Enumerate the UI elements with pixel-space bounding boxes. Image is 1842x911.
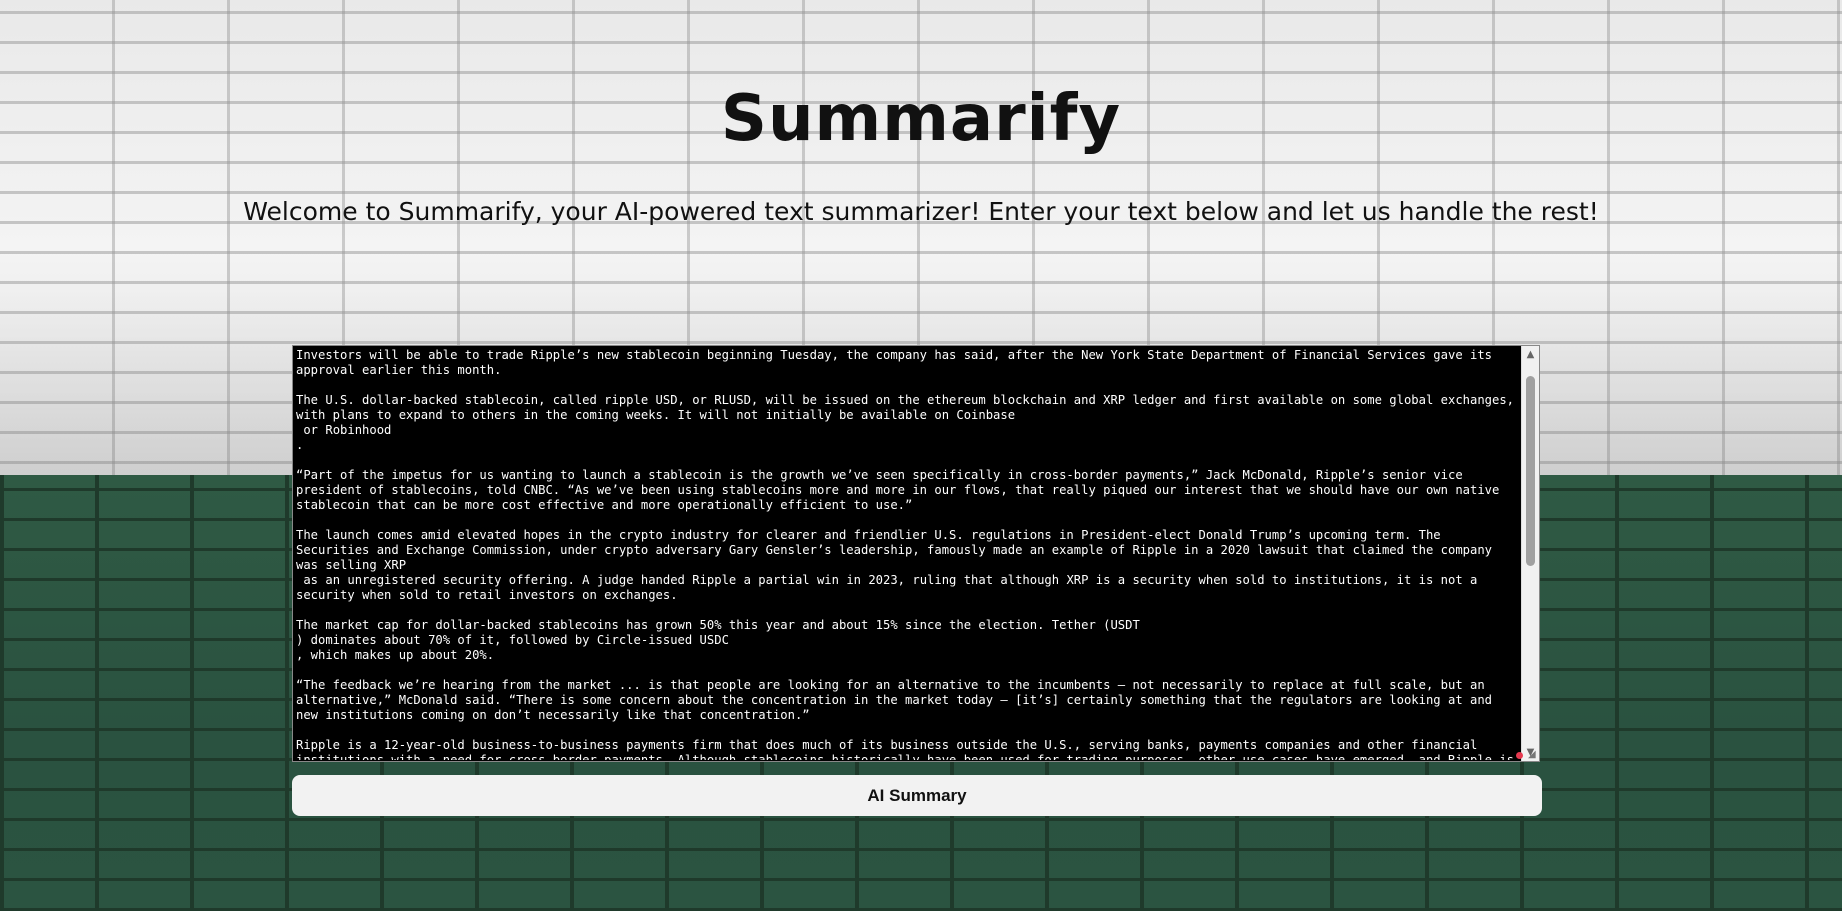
cursor-dot-icon: [1516, 752, 1523, 759]
text-input-content[interactable]: Investors will be able to trade Ripple’s…: [296, 348, 1518, 760]
ai-summary-button[interactable]: AI Summary: [292, 775, 1542, 816]
editor-scrollbar[interactable]: ▲ ▼: [1521, 346, 1539, 761]
scrollbar-thumb[interactable]: [1526, 376, 1535, 566]
scroll-up-arrow-icon[interactable]: ▲: [1522, 346, 1539, 363]
page-title: Summarify: [720, 82, 1122, 156]
page-subtitle: Welcome to Summarify, your AI-powered te…: [243, 197, 1599, 226]
text-input-area[interactable]: Investors will be able to trade Ripple’s…: [292, 345, 1540, 762]
resize-handle-icon[interactable]: ◢: [1528, 750, 1538, 760]
